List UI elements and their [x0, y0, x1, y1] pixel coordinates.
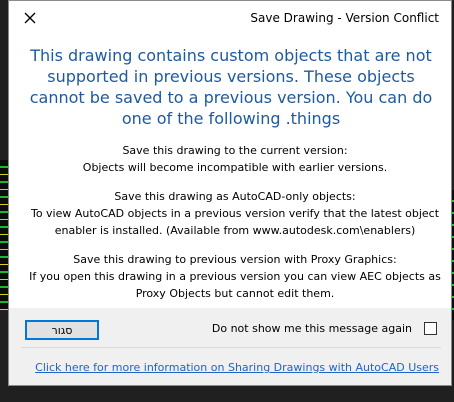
- option-line: .Proxy Objects but cannot edit them: [135, 287, 335, 300]
- close-icon: [24, 12, 36, 24]
- dialog-titlebar: Save Drawing - Version Conflict: [9, 1, 451, 35]
- dialog-title: Save Drawing - Version Conflict: [250, 11, 439, 25]
- version-conflict-dialog: Save Drawing - Version Conflict This dra…: [8, 0, 452, 386]
- option-line: .Objects will become incompatible with e…: [82, 161, 388, 174]
- info-link[interactable]: Click here for more information on Shari…: [35, 361, 439, 374]
- option-autocad-only: :Save this drawing as AutoCAD-only objec…: [29, 188, 441, 239]
- option-line: If you open this drawing in a previous v…: [29, 270, 441, 283]
- close-window-button[interactable]: [19, 7, 41, 29]
- close-button[interactable]: סגור: [25, 320, 99, 340]
- dont-show-checkbox[interactable]: [424, 322, 437, 335]
- dialog-footer: סגור Do not show me this message again C…: [9, 308, 451, 385]
- option-line: To view AutoCAD objects in a previous ve…: [30, 207, 440, 220]
- option-line: :Save this drawing to the current versio…: [122, 144, 348, 157]
- footer-divider: [21, 347, 441, 348]
- option-line: :Save this drawing as AutoCAD-only objec…: [114, 190, 356, 203]
- option-proxy-graphics: :Save this drawing to previous version w…: [29, 251, 441, 302]
- dont-show-toggle[interactable]: Do not show me this message again: [212, 322, 437, 335]
- option-current-version: :Save this drawing to the current versio…: [29, 142, 441, 176]
- options-text: :Save this drawing to the current versio…: [29, 142, 441, 314]
- dont-show-label: Do not show me this message again: [211, 322, 412, 335]
- option-line: enabler is installed. (Available from ww…: [54, 224, 416, 237]
- option-line: :Save this drawing to previous version w…: [73, 253, 397, 266]
- dialog-headline: This drawing contains custom objects tha…: [29, 46, 433, 128]
